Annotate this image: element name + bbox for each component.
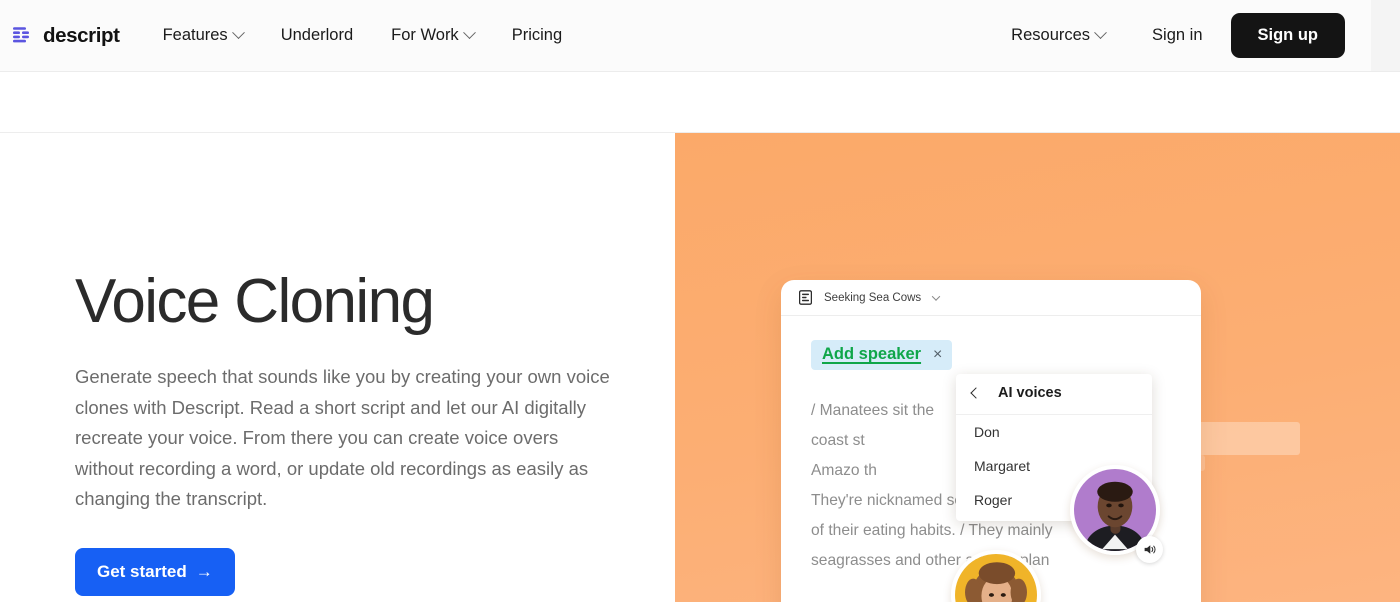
arrow-right-icon: → (195, 561, 213, 581)
nav-label-underlord: Underlord (280, 26, 354, 44)
chevron-down-icon (1094, 26, 1107, 40)
add-speaker-label: Add speaker (822, 345, 922, 363)
ai-voices-header: AI voices (956, 374, 1152, 415)
nav-label-pricing: Pricing (511, 26, 563, 44)
voice-option-don[interactable]: Don (956, 415, 1152, 449)
speaker-icon[interactable] (1136, 536, 1163, 563)
chevron-down-icon[interactable] (931, 291, 941, 301)
chevron-down-icon (231, 26, 245, 40)
add-speaker-chip[interactable]: Add speaker × (811, 340, 953, 370)
nav-item-for-work[interactable]: For Work (372, 18, 493, 53)
nav-label-resources: Resources (1011, 26, 1091, 44)
nav-item-resources[interactable]: Resources (992, 18, 1124, 53)
page-scrollbar-gutter[interactable] (1371, 0, 1400, 72)
get-started-button[interactable]: Get started → (75, 547, 235, 596)
sign-in-link[interactable]: Sign in (1130, 18, 1224, 53)
nav-links: Features Underlord For Work Pricing (144, 18, 582, 53)
app-mockup-card: Seeking Sea Cows Add speaker × / Manatee… (781, 280, 1201, 602)
ai-voices-title: AI voices (998, 385, 1062, 401)
nav-item-underlord[interactable]: Underlord (262, 18, 372, 53)
sign-up-button[interactable]: Sign up (1230, 13, 1345, 58)
page-title: Voice Cloning (75, 267, 435, 336)
brand-logo-link[interactable]: descript (10, 24, 120, 48)
hero-left-column: Voice Cloning Generate speech that sound… (0, 133, 675, 602)
nav-label-for-work: For Work (391, 26, 459, 44)
top-navigation-bar: descript Features Underlord For Work Pri… (0, 0, 1371, 72)
header-spacer-band (0, 72, 1400, 133)
descript-logo-icon (12, 25, 34, 47)
document-title[interactable]: Seeking Sea Cows (824, 292, 921, 304)
nav-actions: Resources Sign in Sign up (992, 13, 1371, 58)
close-icon[interactable]: × (933, 346, 942, 363)
app-mock-header: Seeking Sea Cows (781, 280, 1201, 316)
nav-item-features[interactable]: Features (144, 18, 262, 53)
brand-name: descript (43, 23, 120, 47)
nav-label-features: Features (162, 26, 228, 44)
chevron-left-icon[interactable] (970, 387, 982, 399)
hero-right-panel: Seeking Sea Cows Add speaker × / Manatee… (675, 133, 1400, 602)
hero-copy: Voice Cloning Generate speech that sound… (75, 269, 635, 596)
nav-item-pricing[interactable]: Pricing (493, 18, 581, 53)
app-mock-body: Add speaker × / Manatees sit the coast s… (781, 316, 1201, 602)
chevron-down-icon (462, 26, 476, 40)
hero-section: Voice Cloning Generate speech that sound… (0, 133, 1400, 602)
hero-description: Generate speech that sounds like you by … (75, 366, 610, 510)
get-started-label: Get started (97, 561, 187, 581)
document-icon (799, 290, 812, 305)
